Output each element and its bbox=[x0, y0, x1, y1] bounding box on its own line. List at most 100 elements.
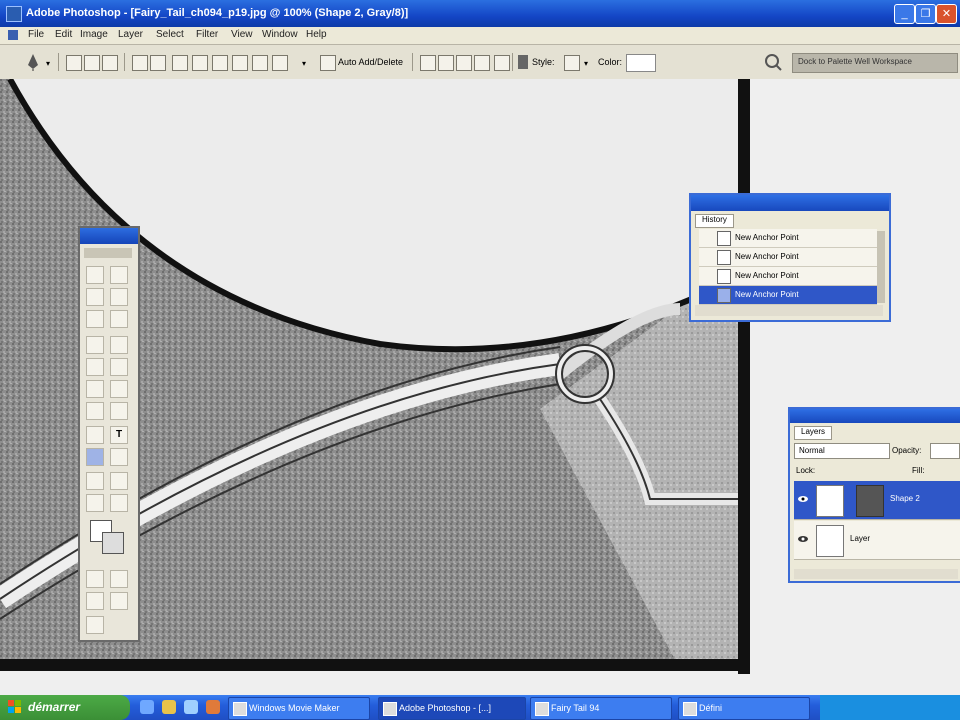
eyedropper-icon[interactable] bbox=[110, 472, 128, 490]
layer-name[interactable]: Layer bbox=[850, 534, 870, 543]
notes-tool-icon[interactable] bbox=[86, 472, 104, 490]
file-browser-icon[interactable] bbox=[764, 53, 782, 71]
taskbar-item-active[interactable]: Adobe Photoshop - [...] bbox=[378, 697, 526, 720]
freeform-pen-button[interactable] bbox=[150, 55, 166, 71]
brush-tool-icon[interactable] bbox=[110, 336, 128, 354]
slice-tool-icon[interactable] bbox=[110, 310, 128, 328]
polygon-tool-button[interactable] bbox=[232, 55, 248, 71]
menu-help[interactable]: Help bbox=[306, 29, 327, 40]
start-button[interactable]: démarrer bbox=[0, 695, 130, 720]
dodge-tool-icon[interactable] bbox=[110, 402, 128, 420]
menu-file[interactable]: File bbox=[28, 29, 44, 40]
menu-view[interactable]: View bbox=[231, 29, 253, 40]
menu-image[interactable]: Image bbox=[80, 29, 108, 40]
layers-palette-titlebar[interactable] bbox=[790, 409, 960, 423]
background-color-swatch[interactable] bbox=[102, 532, 124, 554]
pen-tool-button[interactable] bbox=[132, 55, 148, 71]
eraser-tool-icon[interactable] bbox=[86, 380, 104, 398]
chevron-down-icon[interactable]: ▾ bbox=[302, 59, 306, 68]
document-icon[interactable] bbox=[8, 30, 18, 40]
line-tool-button[interactable] bbox=[252, 55, 268, 71]
eye-icon[interactable] bbox=[798, 534, 808, 544]
marquee-tool-icon[interactable] bbox=[86, 266, 104, 284]
link-icon[interactable] bbox=[494, 55, 510, 71]
menu-edit[interactable]: Edit bbox=[55, 29, 72, 40]
standard-mode-icon[interactable] bbox=[86, 570, 104, 588]
clone-stamp-icon[interactable] bbox=[86, 358, 104, 376]
rounded-rectangle-button[interactable] bbox=[192, 55, 208, 71]
media-player-icon[interactable] bbox=[206, 700, 220, 714]
screen-mode-standard-icon[interactable] bbox=[86, 592, 104, 610]
layer-name[interactable]: Shape 2 bbox=[890, 494, 920, 503]
history-scrollbar[interactable] bbox=[877, 231, 885, 303]
menu-window[interactable]: Window bbox=[262, 29, 298, 40]
tools-palette[interactable]: T bbox=[78, 226, 140, 642]
style-picker[interactable] bbox=[564, 55, 580, 71]
history-item[interactable]: New Anchor Point bbox=[699, 229, 877, 248]
layer-style-icon[interactable] bbox=[518, 55, 528, 69]
layers-palette[interactable]: Layers Normal Opacity: Lock: Fill: Shape… bbox=[788, 407, 960, 583]
move-tool-icon[interactable] bbox=[110, 266, 128, 284]
color-swatch[interactable] bbox=[626, 54, 656, 72]
magic-wand-icon[interactable] bbox=[110, 288, 128, 306]
crop-tool-icon[interactable] bbox=[86, 310, 104, 328]
history-item[interactable]: New Anchor Point bbox=[699, 267, 877, 286]
path-exclude-button[interactable] bbox=[474, 55, 490, 71]
auto-add-delete-checkbox[interactable] bbox=[320, 55, 336, 71]
window-titlebar[interactable]: Adobe Photoshop - [Fairy_Tail_ch094_p19.… bbox=[0, 0, 960, 27]
blend-mode-select[interactable]: Normal bbox=[794, 443, 890, 459]
shape-layers-button[interactable] bbox=[66, 55, 82, 71]
lasso-tool-icon[interactable] bbox=[86, 288, 104, 306]
zoom-tool-icon[interactable] bbox=[110, 494, 128, 512]
photoshop-icon[interactable] bbox=[6, 6, 22, 22]
close-icon[interactable]: ✕ bbox=[936, 4, 957, 24]
show-desktop-icon[interactable] bbox=[184, 700, 198, 714]
screen-mode-full-icon[interactable] bbox=[110, 592, 128, 610]
layer-row-selected[interactable]: Shape 2 bbox=[794, 481, 960, 520]
history-item-selected[interactable]: New Anchor Point bbox=[699, 286, 877, 305]
paths-button[interactable] bbox=[84, 55, 100, 71]
browser-icon[interactable] bbox=[140, 700, 154, 714]
tools-palette-titlebar[interactable] bbox=[80, 228, 138, 244]
path-intersect-button[interactable] bbox=[456, 55, 472, 71]
tab-layers[interactable]: Layers bbox=[794, 426, 833, 440]
custom-shape-button[interactable] bbox=[272, 55, 288, 71]
document-canvas[interactable] bbox=[0, 79, 960, 695]
history-palette[interactable]: History New Anchor Point New Anchor Poin… bbox=[689, 193, 891, 322]
fill-pixels-button[interactable] bbox=[102, 55, 118, 71]
opacity-field[interactable] bbox=[930, 443, 960, 459]
menu-select[interactable]: Select bbox=[156, 29, 184, 40]
eye-icon[interactable] bbox=[798, 494, 808, 504]
tab-history[interactable]: History bbox=[695, 214, 734, 228]
path-selection-icon[interactable] bbox=[86, 426, 104, 444]
minimize-icon[interactable]: _ bbox=[894, 4, 915, 24]
pen-icon[interactable] bbox=[26, 53, 40, 71]
history-item[interactable]: New Anchor Point bbox=[699, 248, 877, 267]
path-add-button[interactable] bbox=[420, 55, 436, 71]
quick-mask-icon[interactable] bbox=[110, 570, 128, 588]
taskbar-item[interactable]: Défini bbox=[678, 697, 810, 720]
shape-tool-icon[interactable] bbox=[110, 448, 128, 466]
layers-footer-buttons[interactable] bbox=[794, 569, 958, 579]
gradient-tool-icon[interactable] bbox=[110, 380, 128, 398]
rectangle-tool-button[interactable] bbox=[172, 55, 188, 71]
menu-layer[interactable]: Layer bbox=[118, 29, 143, 40]
blur-tool-icon[interactable] bbox=[86, 402, 104, 420]
tool-preset-chevron-icon[interactable]: ▾ bbox=[46, 59, 50, 68]
restore-icon[interactable]: ❐ bbox=[915, 4, 936, 24]
history-brush-icon[interactable] bbox=[110, 358, 128, 376]
layer-row[interactable]: Layer bbox=[794, 521, 960, 560]
history-palette-titlebar[interactable] bbox=[691, 195, 889, 211]
taskbar-item[interactable]: Fairy Tail 94 bbox=[530, 697, 672, 720]
jump-to-imageready-icon[interactable] bbox=[86, 616, 104, 634]
healing-brush-icon[interactable] bbox=[86, 336, 104, 354]
folder-icon[interactable] bbox=[162, 700, 176, 714]
chevron-down-icon[interactable]: ▾ bbox=[584, 59, 588, 68]
taskbar-item[interactable]: Windows Movie Maker bbox=[228, 697, 370, 720]
menu-filter[interactable]: Filter bbox=[196, 29, 218, 40]
type-tool-icon[interactable]: T bbox=[110, 426, 128, 444]
ellipse-tool-button[interactable] bbox=[212, 55, 228, 71]
path-subtract-button[interactable] bbox=[438, 55, 454, 71]
hand-tool-icon[interactable] bbox=[86, 494, 104, 512]
pen-tool-icon[interactable] bbox=[86, 448, 104, 466]
